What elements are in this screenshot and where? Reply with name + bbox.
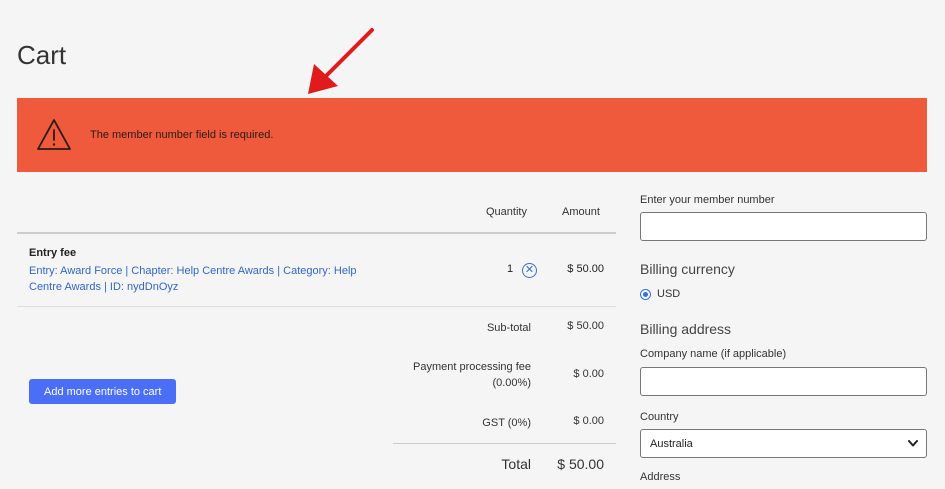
member-number-label: Enter your member number [640,194,775,206]
subtotal-label: Sub-total [486,322,531,334]
item-description-link[interactable]: Entry: Award Force | Chapter: Help Centr… [29,263,389,295]
country-label: Country [640,411,679,423]
address-label: Address [640,471,681,483]
member-number-input[interactable] [640,212,927,241]
item-divider [17,306,616,307]
warning-triangle-icon [37,119,71,150]
total-value: $ 50.00 [557,456,604,472]
item-quantity: 1 [507,263,514,275]
subtotal-value: $ 50.00 [567,320,604,332]
total-label: Total [501,456,531,472]
add-more-entries-button[interactable]: Add more entries to cart [29,379,177,404]
billing-currency-title: Billing currency [640,261,735,277]
error-alert: The member number field is required. [17,98,927,172]
item-amount: $ 50.00 [567,263,604,275]
header-divider [17,232,616,234]
country-selected-value: Australia [650,437,693,450]
gst-label: GST (0%) [482,417,531,429]
amount-header: Amount [562,206,600,218]
company-name-label: Company name (if applicable) [640,348,787,360]
quantity-header: Quantity [486,206,527,218]
alert-message: The member number field is required. [90,129,274,141]
page-title: Cart [17,40,67,70]
currency-option-usd[interactable]: USD [640,288,680,300]
processing-fee-value: $ 0.00 [573,368,604,380]
gst-value: $ 0.00 [573,415,604,427]
currency-option-label: USD [657,288,681,300]
remove-item-icon[interactable]: ✕ [522,263,537,278]
chevron-down-icon [908,440,918,447]
radio-selected-icon[interactable] [640,288,651,300]
company-name-input[interactable] [640,367,927,396]
total-divider [393,443,616,444]
country-select[interactable]: Australia [640,429,927,458]
processing-fee-label: Payment processing fee (0.00%) [412,361,531,389]
item-title: Entry fee [29,247,77,259]
billing-address-title: Billing address [640,321,732,337]
red-arrow-icon [308,28,374,94]
